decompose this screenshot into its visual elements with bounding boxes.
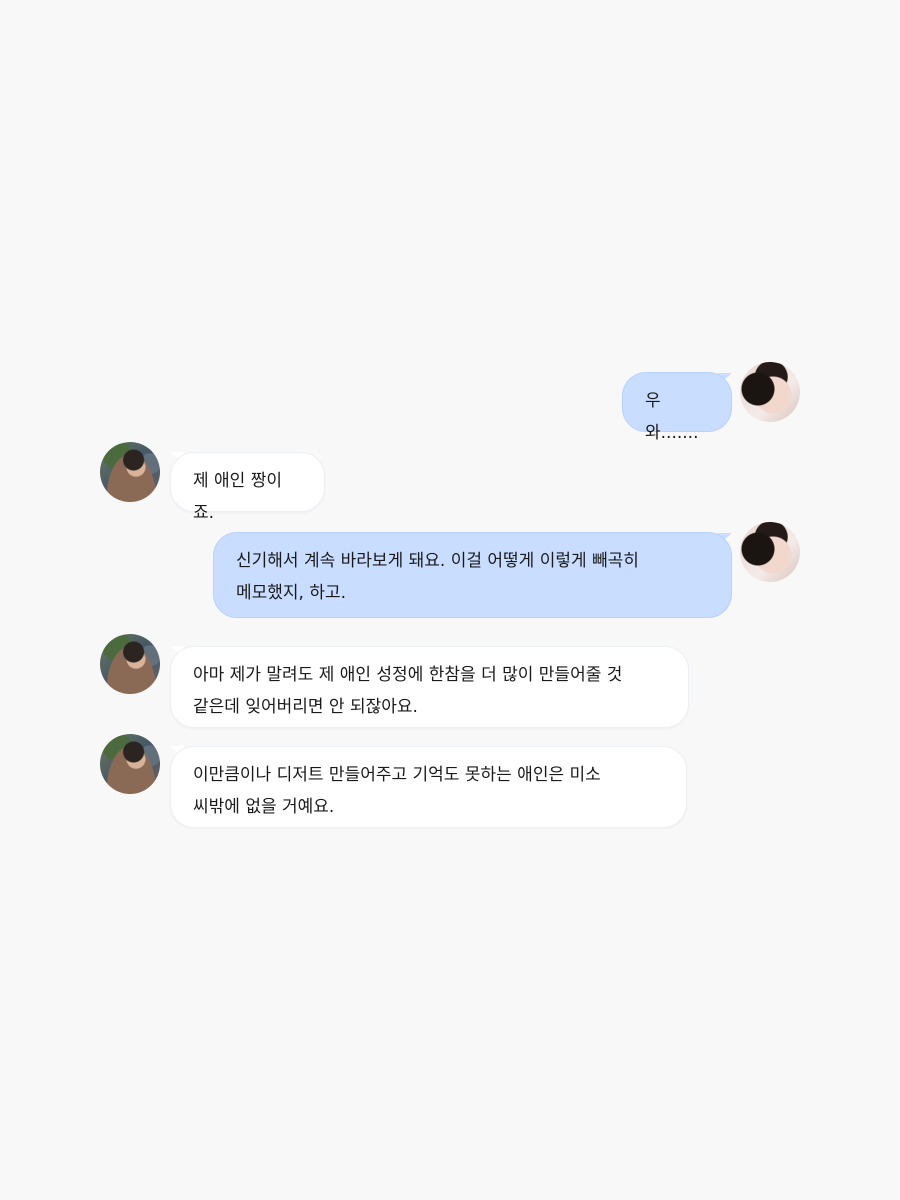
man-avatar[interactable]	[100, 634, 160, 694]
woman-avatar[interactable]	[740, 522, 800, 582]
woman-avatar[interactable]	[740, 362, 800, 422]
chat-message-row: 이만큼이나 디저트 만들어주고 기억도 못하는 애인은 미소 씨밖에 없을 거예…	[0, 0, 900, 828]
message-bubble[interactable]: 아마 제가 말려도 제 애인 성정에 한참을 더 많이 만들어줄 것 같은데 잊…	[170, 646, 689, 728]
man-avatar[interactable]	[100, 442, 160, 502]
message-bubble[interactable]: 제 애인 짱이죠.	[170, 452, 325, 523]
chat-screen: 우와....... 제 애인 짱이죠. 신기해서 계속 바라보게 돼요. 이걸 …	[0, 0, 900, 1200]
message-bubble[interactable]: 우와.......	[622, 372, 732, 443]
message-bubble[interactable]: 이만큼이나 디저트 만들어주고 기억도 못하는 애인은 미소 씨밖에 없을 거예…	[170, 746, 687, 828]
message-bubble[interactable]: 신기해서 계속 바라보게 돼요. 이걸 어떻게 이렇게 빼곡히 메모했지, 하고…	[213, 532, 732, 618]
man-avatar[interactable]	[100, 734, 160, 794]
